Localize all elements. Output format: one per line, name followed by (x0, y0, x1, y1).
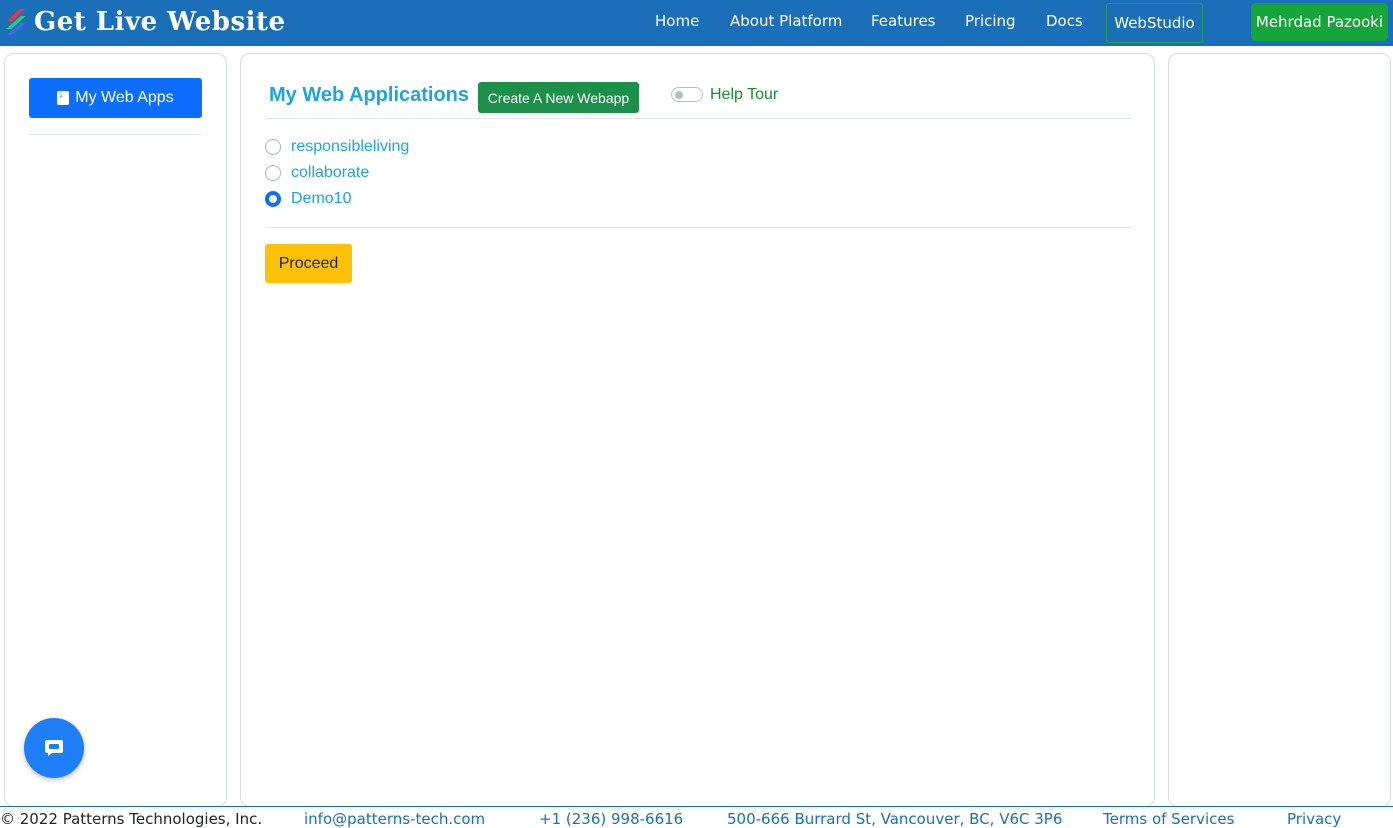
nav-home[interactable]: Home (655, 12, 699, 30)
radio-button-selected[interactable] (265, 191, 281, 207)
app-option-responsibleliving[interactable]: responsibleliving (265, 137, 409, 157)
download-file-icon (57, 88, 70, 105)
my-web-apps-label: My Web Apps (75, 89, 174, 106)
footer-address-link[interactable]: 500-666 Burrard St, Vancouver, BC, V6C 3… (727, 810, 1062, 828)
chat-bubble-icon (45, 740, 63, 756)
nav-webstudio[interactable]: WebStudio (1106, 3, 1203, 43)
footer-email-link[interactable]: info@patterns-tech.com (304, 810, 485, 828)
sidebar-divider (29, 134, 202, 135)
header-divider (265, 118, 1131, 119)
nav-features[interactable]: Features (871, 12, 936, 30)
brand[interactable]: Get Live Website (6, 4, 286, 40)
help-tour-toggle[interactable] (671, 87, 703, 102)
help-tour-label[interactable]: Help Tour (710, 86, 778, 104)
footer: © 2022 Patterns Technologies, Inc. info@… (0, 806, 1393, 828)
user-menu-button[interactable]: Mehrdad Pazooki (1251, 3, 1388, 41)
options-divider (265, 227, 1131, 228)
nav-docs[interactable]: Docs (1046, 12, 1083, 30)
chat-launcher-button[interactable] (24, 718, 84, 778)
top-navbar: Get Live Website Home About Platform Fea… (0, 0, 1393, 46)
footer-phone-link[interactable]: +1 (236) 998-6616 (539, 810, 683, 828)
app-option-label[interactable]: responsibleliving (291, 138, 409, 156)
radio-button[interactable] (265, 165, 281, 181)
my-web-apps-button[interactable]: My Web Apps (29, 78, 202, 118)
app-option-label[interactable]: Demo10 (291, 190, 351, 208)
app-option-demo10[interactable]: Demo10 (265, 189, 351, 209)
footer-terms-link[interactable]: Terms of Services (1103, 810, 1234, 828)
page-title: My Web Applications (269, 84, 470, 106)
footer-copyright: © 2022 Patterns Technologies, Inc. (0, 810, 263, 828)
create-new-webapp-button[interactable]: Create A New Webapp (478, 82, 639, 113)
nav-pricing[interactable]: Pricing (965, 12, 1016, 30)
radio-button[interactable] (265, 139, 281, 155)
brand-title: Get Live Website (34, 7, 286, 37)
app-option-label[interactable]: collaborate (291, 164, 369, 182)
nav-about-platform[interactable]: About Platform (730, 12, 842, 30)
main-panel: My Web Applications Create A New Webapp … (240, 53, 1155, 807)
footer-privacy-link[interactable]: Privacy (1287, 810, 1341, 828)
logo-icon (6, 9, 26, 35)
proceed-button[interactable]: Proceed (265, 244, 352, 283)
sidebar-panel: My Web Apps (4, 53, 227, 807)
app-option-collaborate[interactable]: collaborate (265, 163, 369, 183)
right-panel (1168, 53, 1391, 807)
